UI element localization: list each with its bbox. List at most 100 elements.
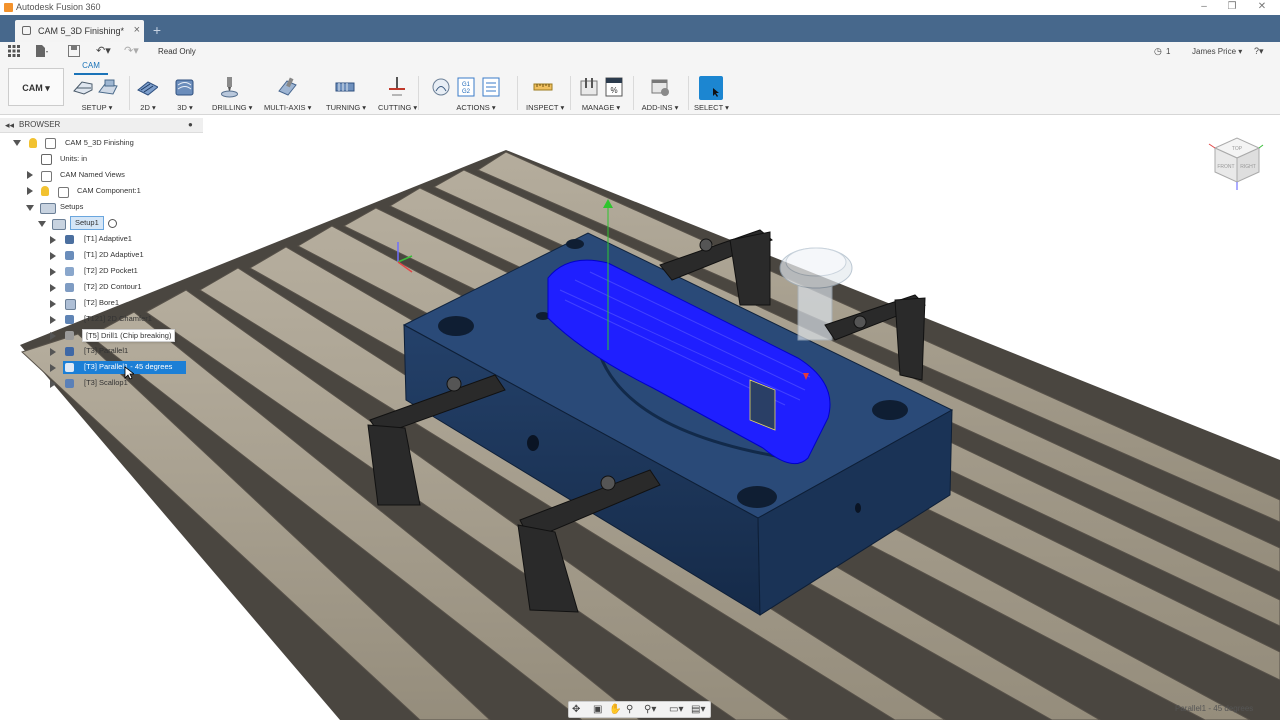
app-title: Autodesk Fusion 360 <box>16 2 101 12</box>
tree-item-operation[interactable]: [T2] 2D Pocket1 <box>84 264 138 278</box>
tree-item-named-views[interactable]: CAM Named Views <box>60 168 125 182</box>
inspect-group[interactable]: INSPECT ▾ <box>526 76 565 112</box>
user-menu[interactable]: James Price ▾ <box>1192 45 1242 59</box>
expand-toggle-icon[interactable] <box>50 236 56 244</box>
save-icon[interactable] <box>68 45 80 57</box>
browser-tree: CAM 5_3D Finishing Units: in CAM Named V… <box>0 135 203 395</box>
2d-adaptive-icon[interactable] <box>136 76 158 98</box>
tree-item-operation[interactable]: [T5] Drill1 (Chip breaking) <box>82 329 176 342</box>
document-tab[interactable]: CAM 5_3D Finishing* × <box>15 20 144 42</box>
minimize-icon[interactable]: – <box>1196 1 1212 13</box>
inspect-group-label: INSPECT ▾ <box>526 103 565 112</box>
close-tab-icon[interactable]: × <box>134 24 140 36</box>
ribbon-divider <box>570 76 571 110</box>
expand-toggle-icon[interactable] <box>50 380 56 388</box>
tree-item-operation[interactable]: [T121] 2D Chamfer1 <box>84 312 152 326</box>
3d-group-label: 3D ▾ <box>177 103 193 112</box>
orbit-icon[interactable]: ✥ <box>572 703 580 717</box>
select-group-label: SELECT ▾ <box>694 103 729 112</box>
expand-toggle-icon[interactable] <box>50 268 56 276</box>
collapse-browser-icon[interactable]: ◂◂ <box>5 118 14 132</box>
stock-setup-icon[interactable] <box>97 76 119 98</box>
look-at-icon[interactable]: ▣ <box>593 703 602 717</box>
viewcube[interactable]: TOP FRONT RIGHT <box>1205 130 1265 194</box>
display-settings-icon[interactable]: ▭▾ <box>669 703 683 717</box>
3d-group[interactable]: 3D ▾ <box>173 76 197 112</box>
redo-icon[interactable]: ↷▾ <box>124 44 139 58</box>
expand-toggle-icon[interactable] <box>13 140 21 146</box>
tab-cam[interactable]: CAM <box>74 61 108 75</box>
multi-axis-group[interactable]: MULTI-AXIS ▾ <box>264 76 311 112</box>
setup-icon <box>52 219 66 230</box>
visibility-bulb-icon[interactable] <box>41 186 49 196</box>
expand-toggle-icon[interactable] <box>50 332 56 340</box>
actions-group[interactable]: G1 G2 ACTIONS ▾ <box>430 76 510 112</box>
undo-icon[interactable]: ↶▾ <box>96 44 111 58</box>
tree-item-units[interactable]: Units: in <box>60 152 87 166</box>
expand-toggle-icon[interactable] <box>27 187 33 195</box>
data-panel-grid-icon[interactable] <box>8 45 20 57</box>
tree-item-operation[interactable]: [T2] Bore1 <box>84 296 119 310</box>
tree-item-component[interactable]: CAM Component:1 <box>77 184 141 198</box>
help-icon[interactable]: ?▾ <box>1254 44 1264 58</box>
tree-item-operation[interactable]: [T2] 2D Contour1 <box>84 280 142 294</box>
add-ins-group[interactable]: ADD-INS ▾ <box>640 76 680 112</box>
fit-icon[interactable]: ⚲▾ <box>644 703 656 717</box>
cutting-icon[interactable] <box>386 76 408 98</box>
expand-toggle-icon[interactable] <box>50 284 56 292</box>
close-window-icon[interactable]: ✕ <box>1254 1 1270 13</box>
ribbon-divider <box>517 76 518 110</box>
tree-item-setup1[interactable]: Setup1 <box>70 216 104 230</box>
new-tab-button[interactable]: + <box>150 23 164 37</box>
3d-adaptive-icon[interactable] <box>173 76 195 98</box>
select-cursor-icon[interactable] <box>699 76 723 100</box>
post-library-icon[interactable]: % <box>603 76 625 98</box>
2d-group[interactable]: 2D ▾ <box>136 76 160 112</box>
tree-item-operation[interactable]: [T3] Scallop1 <box>84 376 128 390</box>
cutting-group[interactable]: CUTTING ▾ <box>378 76 417 112</box>
multi-axis-icon[interactable] <box>276 76 298 98</box>
file-menu-icon[interactable] <box>35 45 49 57</box>
job-status-clock-icon[interactable]: ◷ <box>1154 44 1162 58</box>
tree-item-operation[interactable]: [T1] 2D Adaptive1 <box>84 248 144 262</box>
tree-item-operation[interactable]: [T1] Adaptive1 <box>84 232 132 246</box>
expand-toggle-icon[interactable] <box>26 205 34 211</box>
drill-icon[interactable] <box>218 76 240 98</box>
expand-toggle-icon[interactable] <box>50 300 56 308</box>
setup-group[interactable]: SETUP ▾ <box>72 76 122 112</box>
manage-group[interactable]: % MANAGE ▾ <box>578 76 624 112</box>
tree-item-operation[interactable]: [T3] Parallel1 <box>84 344 128 358</box>
expand-toggle-icon[interactable] <box>38 221 46 227</box>
browser-pin-icon[interactable]: ● <box>188 118 193 132</box>
viewcube-top-label: TOP <box>1232 146 1243 152</box>
grid-settings-icon[interactable]: ▤▾ <box>691 703 705 717</box>
expand-toggle-icon[interactable] <box>50 252 56 260</box>
ribbon-divider <box>418 76 419 110</box>
expand-toggle-icon[interactable] <box>50 348 56 356</box>
pan-icon[interactable]: ✋ <box>609 703 621 717</box>
visibility-bulb-icon[interactable] <box>29 138 37 148</box>
add-ins-icon[interactable] <box>649 76 671 98</box>
select-group[interactable]: SELECT ▾ <box>694 76 729 112</box>
post-process-icon[interactable]: G1G2 <box>455 76 477 98</box>
active-setup-icon[interactable] <box>108 219 117 228</box>
measure-icon[interactable] <box>532 76 554 98</box>
viewcube-front-label: FRONT <box>1217 164 1234 170</box>
expand-toggle-icon[interactable] <box>27 171 33 179</box>
expand-toggle-icon[interactable] <box>50 364 56 372</box>
new-setup-icon[interactable] <box>72 76 94 98</box>
restore-icon[interactable]: ❐ <box>1224 1 1240 13</box>
turning-group[interactable]: TURNING ▾ <box>326 76 366 112</box>
zoom-icon[interactable]: ⚲ <box>626 703 633 717</box>
simulate-icon[interactable] <box>430 76 452 98</box>
tool-library-icon[interactable] <box>578 76 600 98</box>
expand-toggle-icon[interactable] <box>50 316 56 324</box>
tree-item-root[interactable]: CAM 5_3D Finishing <box>65 136 134 150</box>
workspace-switcher[interactable]: CAM ▾ <box>8 68 64 106</box>
units-icon <box>41 154 52 165</box>
drilling-group[interactable]: DRILLING ▾ <box>212 76 252 112</box>
turning-icon[interactable] <box>334 76 356 98</box>
tree-item-setups[interactable]: Setups <box>60 200 83 214</box>
setup-sheet-icon[interactable] <box>480 76 502 98</box>
bore-op-icon <box>65 299 76 310</box>
